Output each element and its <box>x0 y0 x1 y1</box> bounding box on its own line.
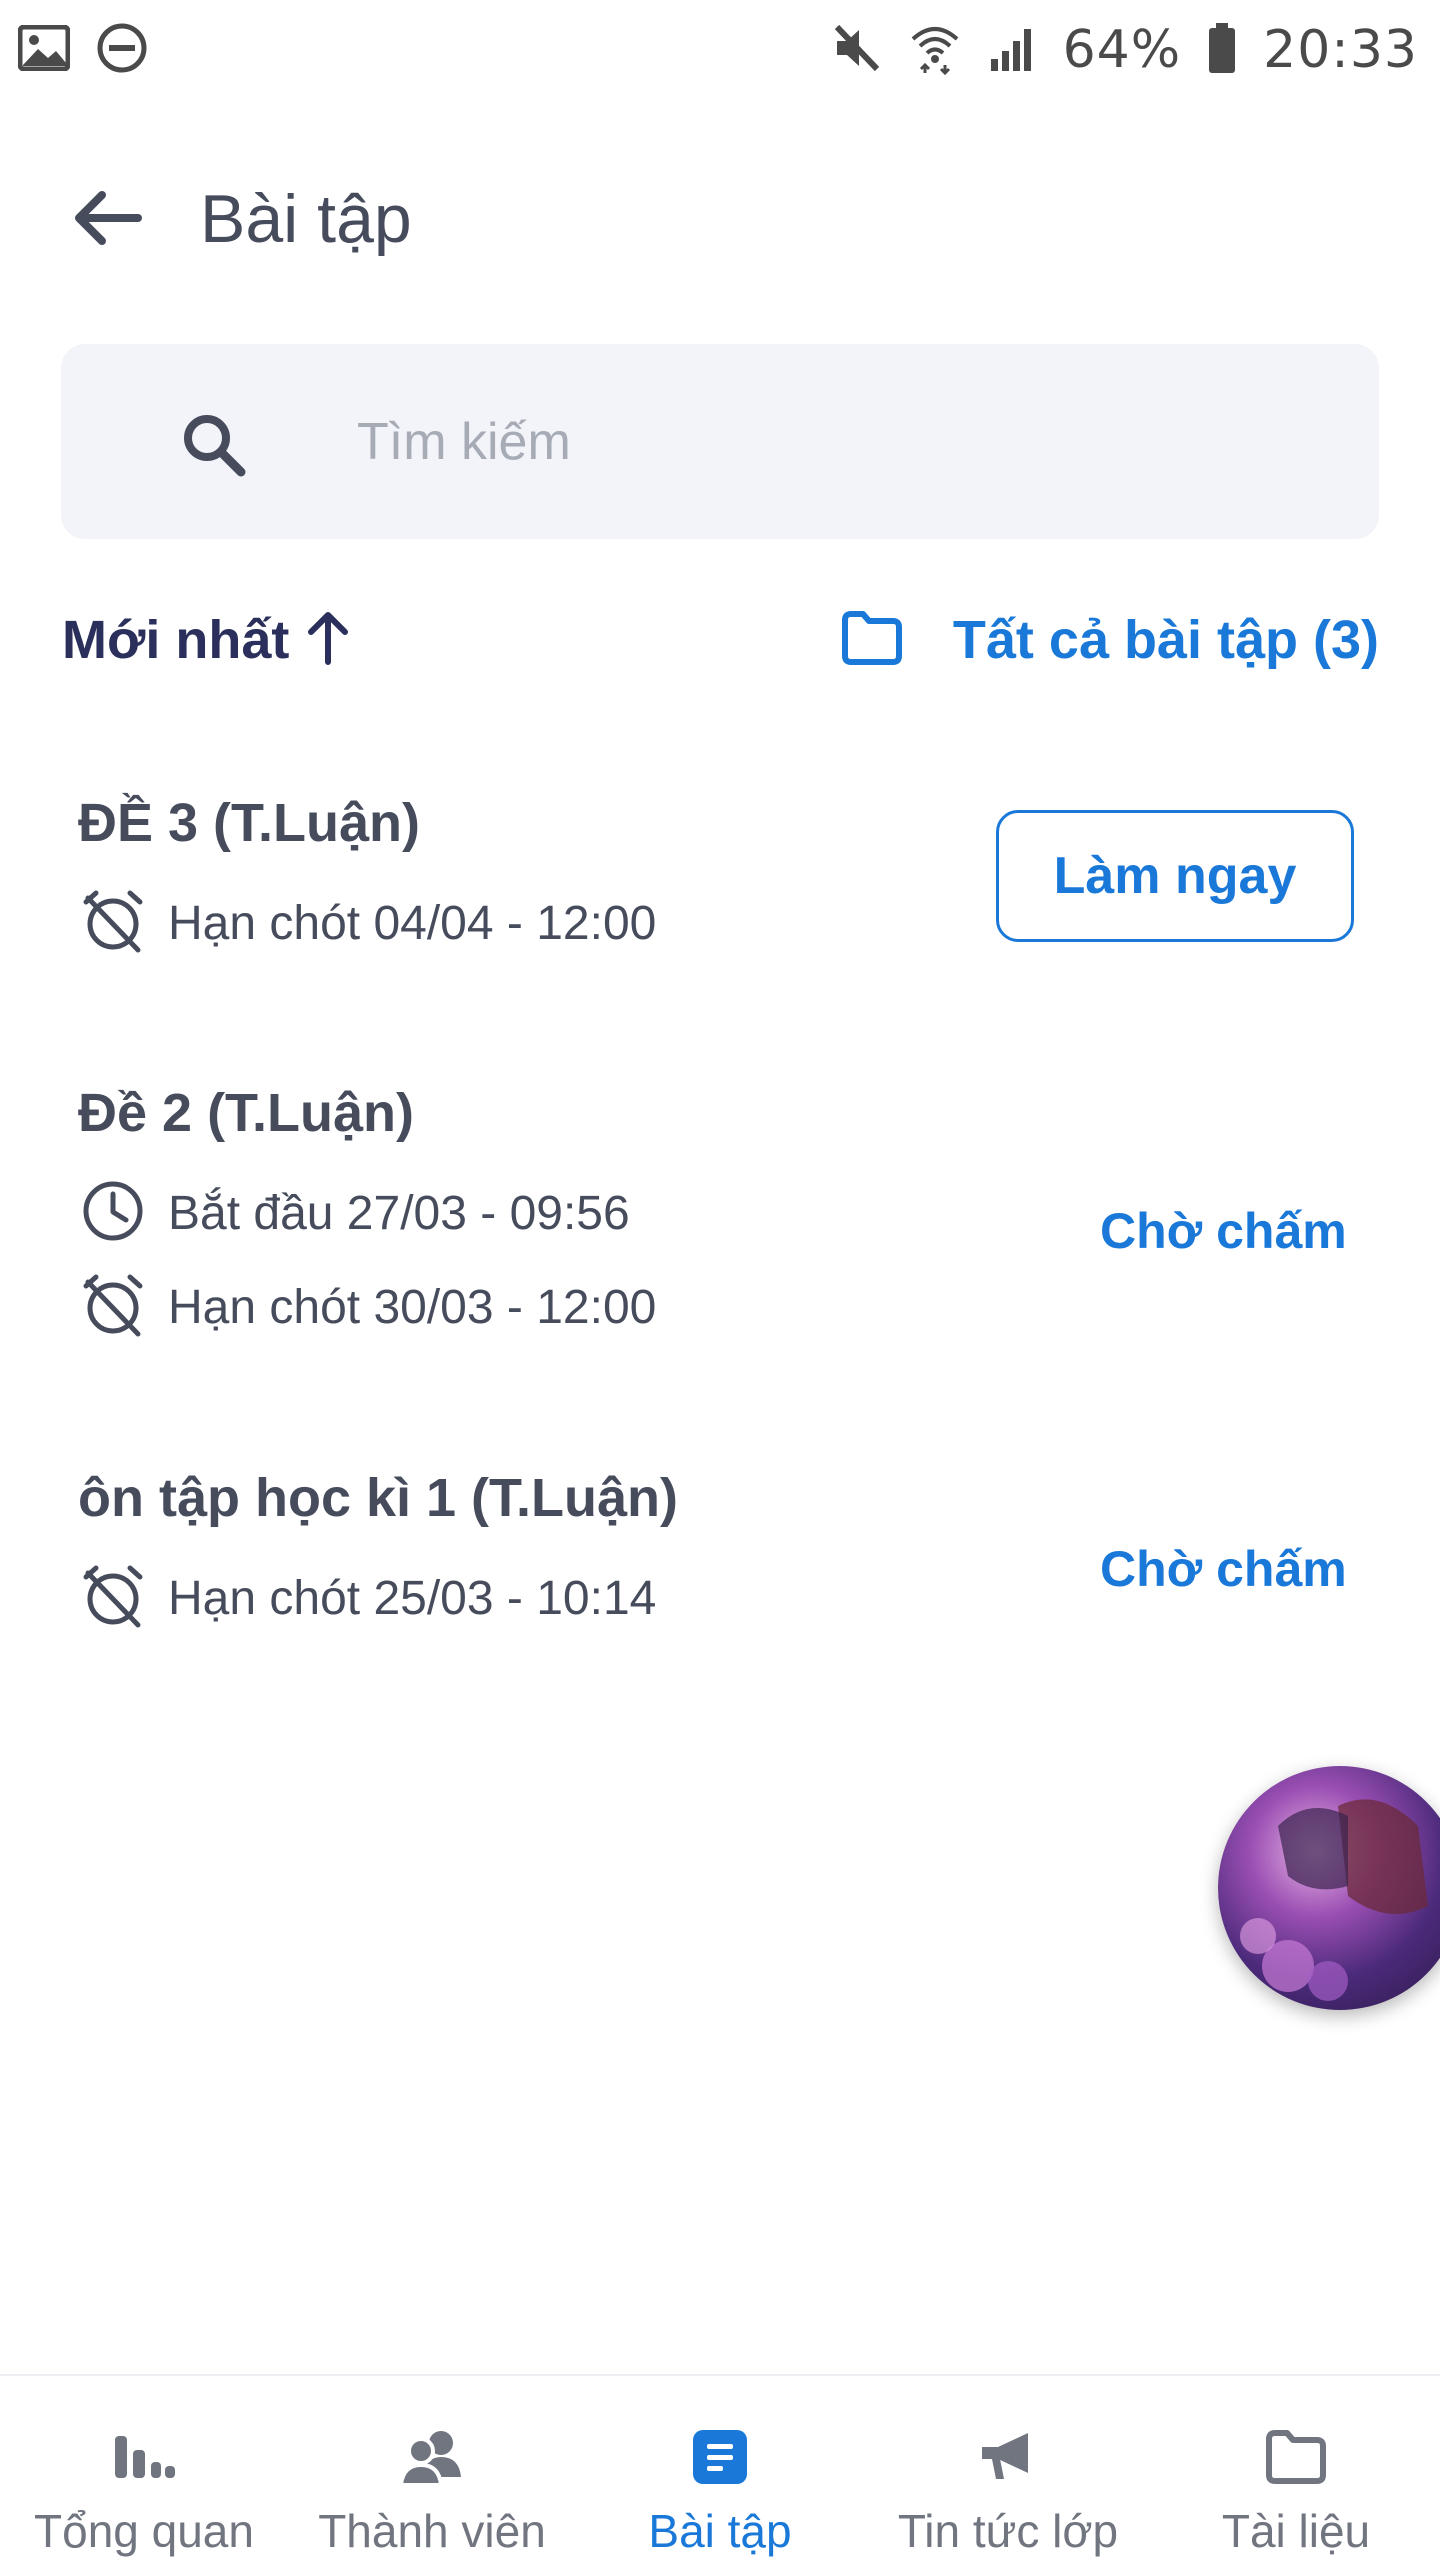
clock-icon <box>80 1178 146 1249</box>
nav-label: Tài liệu <box>1221 2505 1371 2557</box>
nav-tab-overview[interactable]: Tổng quan <box>0 2376 288 2560</box>
status-right: 64% 20:33 <box>829 20 1418 80</box>
mute-icon <box>829 21 883 80</box>
filter-all-assignments[interactable]: Tất cả bài tập (3) <box>839 600 1379 680</box>
battery-percent: 64% <box>1062 20 1182 80</box>
nav-label: Tin tức lớp <box>897 2505 1119 2557</box>
back-button[interactable] <box>62 185 152 255</box>
assignment-deadline: Hạn chót 30/03 - 12:00 <box>80 1272 656 1343</box>
signal-icon <box>987 23 1037 78</box>
arrow-up-icon <box>303 610 353 671</box>
search-box[interactable] <box>61 344 1379 539</box>
status-left <box>17 22 148 79</box>
assignment-item[interactable]: ĐỀ 3 (T.Luận) Hạn chót 04/04 - 12:00 Làm… <box>0 770 1440 1010</box>
nav-label: Bài tập <box>648 2505 792 2557</box>
page-title: Bài tập <box>200 181 412 257</box>
assignment-deadline: Hạn chót 04/04 - 12:00 <box>80 888 656 959</box>
filter-label: Tất cả bài tập (3) <box>952 610 1379 670</box>
status-bar: 64% 20:33 <box>0 0 1440 100</box>
assignment-item[interactable]: ôn tập học kì 1 (T.Luận) Hạn chót 25/03 … <box>0 1445 1440 1685</box>
floating-chat-avatar[interactable] <box>1218 1766 1440 2010</box>
do-not-disturb-icon <box>96 22 148 79</box>
alarm-off-icon <box>80 1563 146 1634</box>
members-icon <box>397 2422 467 2492</box>
alarm-off-icon <box>80 888 146 959</box>
assignment-icon <box>685 2422 755 2492</box>
pending-grading-status[interactable]: Chờ chấm <box>1100 1202 1347 1260</box>
megaphone-icon <box>973 2422 1043 2492</box>
app-header: Bài tập <box>0 150 1440 290</box>
assignment-title: Đề 2 (T.Luận) <box>78 1083 415 1143</box>
assignment-start: Bắt đầu 27/03 - 09:56 <box>80 1178 630 1249</box>
sort-button[interactable]: Mới nhất <box>62 600 353 680</box>
wifi-icon <box>909 21 961 80</box>
deadline-text: Hạn chót 04/04 - 12:00 <box>168 897 657 950</box>
bottom-navigation: Tổng quan Thành viên Bài tập Tin tức lớp… <box>0 2374 1440 2560</box>
search-input[interactable] <box>357 394 1317 489</box>
screen: 64% 20:33 Bài tập Mới nhất <box>0 0 1440 2560</box>
assignment-title: ĐỀ 3 (T.Luận) <box>78 793 421 853</box>
nav-label: Tổng quan <box>34 2505 254 2557</box>
pending-grading-status[interactable]: Chờ chấm <box>1100 1540 1347 1598</box>
folder-icon <box>1261 2422 1331 2492</box>
bar-chart-icon <box>109 2422 179 2492</box>
assignment-title: ôn tập học kì 1 (T.Luận) <box>78 1468 679 1528</box>
folder-icon <box>839 610 905 671</box>
deadline-text: Hạn chót 30/03 - 12:00 <box>168 1281 657 1334</box>
arrow-left-icon <box>72 190 142 251</box>
assignment-deadline: Hạn chót 25/03 - 10:14 <box>80 1563 656 1634</box>
nav-tab-members[interactable]: Thành viên <box>288 2376 576 2560</box>
search-icon <box>179 410 249 480</box>
nav-tab-documents[interactable]: Tài liệu <box>1152 2376 1440 2560</box>
nav-tab-class-news[interactable]: Tin tức lớp <box>864 2376 1152 2560</box>
battery-icon <box>1207 21 1237 80</box>
alarm-off-icon <box>80 1272 146 1343</box>
nav-label: Thành viên <box>318 2505 546 2557</box>
image-icon <box>17 24 71 76</box>
clock: 20:33 <box>1263 20 1418 80</box>
sort-label: Mới nhất <box>62 610 290 670</box>
start-text: Bắt đầu 27/03 - 09:56 <box>168 1187 630 1240</box>
deadline-text: Hạn chót 25/03 - 10:14 <box>168 1572 657 1625</box>
do-now-button[interactable]: Làm ngay <box>996 810 1354 942</box>
assignment-item[interactable]: Đề 2 (T.Luận) Bắt đầu 27/03 - 09:56 Hạn … <box>0 1060 1440 1380</box>
nav-tab-assignments[interactable]: Bài tập <box>576 2376 864 2560</box>
